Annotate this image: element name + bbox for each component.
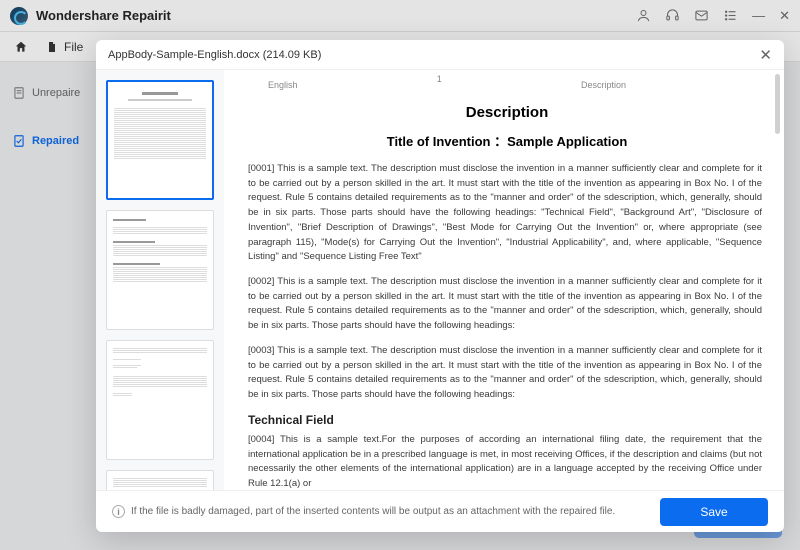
doc-section-heading: Technical Field [248,413,766,427]
page-thumbnail[interactable] [106,470,214,490]
doc-paragraph: [0001] This is a sample text. The descri… [248,162,766,265]
modal-filename: AppBody-Sample-English.docx (214.09 KB) [108,49,321,61]
page-thumbnail[interactable] [106,340,214,460]
doc-meta-left: English [268,80,298,90]
modal-footer: i If the file is badly damaged, part of … [96,490,784,532]
page-number: 1 [298,74,581,90]
page-thumbnail[interactable] [106,210,214,330]
doc-paragraph: [0003] This is a sample text. The descri… [248,344,766,403]
doc-paragraph: [0002] This is a sample text. The descri… [248,275,766,334]
doc-subheading: Title of Invention ：Sample Application [248,131,766,150]
scrollbar-thumb[interactable] [775,74,780,134]
doc-paragraph: [0004] This is a sample text.For the pur… [248,433,766,490]
modal-header: AppBody-Sample-English.docx (214.09 KB) … [96,40,784,70]
thumbnail-panel [96,70,224,490]
footer-note: i If the file is badly damaged, part of … [112,505,615,518]
preview-modal: AppBody-Sample-English.docx (214.09 KB) … [96,40,784,532]
save-button[interactable]: Save [660,498,768,526]
page-thumbnail[interactable] [106,80,214,200]
document-view[interactable]: English 1 Description Description Title … [224,70,784,490]
info-icon: i [112,505,125,518]
close-icon[interactable]: ✕ [759,46,772,64]
doc-heading: Description [248,104,766,121]
doc-meta-right: Description [581,80,626,90]
